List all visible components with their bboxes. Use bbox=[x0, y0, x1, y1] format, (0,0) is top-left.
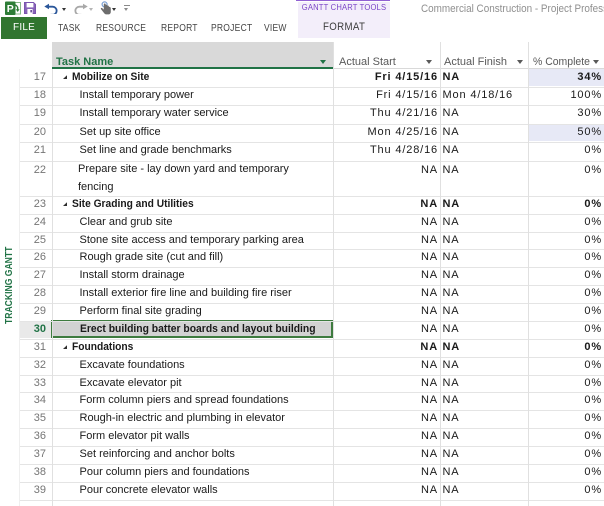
svg-text:P: P bbox=[7, 3, 14, 15]
